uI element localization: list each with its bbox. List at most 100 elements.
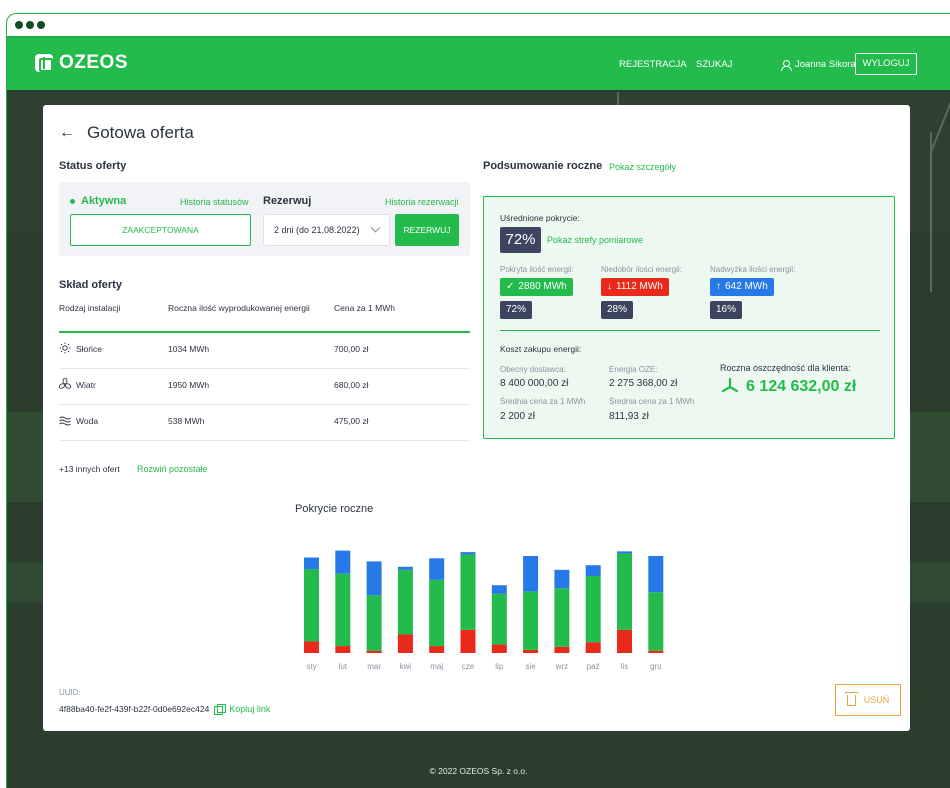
chart-bar-segment xyxy=(366,595,382,651)
chart-bar-segment xyxy=(397,566,413,570)
reserve-history-link[interactable]: Historia rezerwacji xyxy=(385,197,459,207)
wind-turbine-icon xyxy=(59,378,71,389)
summary-divider xyxy=(500,330,880,331)
chart-bar-segment xyxy=(429,579,445,647)
supplier-cost: 8 400 000,00 zł xyxy=(500,378,569,389)
chart-bar-segment xyxy=(585,576,601,643)
chart-bar-segment xyxy=(491,644,507,653)
shortage-energy-percent: 28% xyxy=(601,301,633,319)
chart-bar-segment xyxy=(335,550,351,574)
chart-bar-segment xyxy=(491,585,507,594)
chart-x-tick-label: kwi xyxy=(400,662,412,671)
reserve-duration-select[interactable]: 2 dni (do 21.08.2022) xyxy=(263,214,390,246)
show-details-link[interactable]: Pokaż szczegóły xyxy=(609,162,676,172)
covered-energy-percent: 72% xyxy=(500,301,532,319)
chart-bar-segment xyxy=(523,649,539,653)
oze-label: Energia OZE: xyxy=(609,365,658,374)
chart-x-tick-label: paź xyxy=(587,662,600,671)
chart-bar-segment xyxy=(397,634,413,653)
chart-x-tick-label: cze xyxy=(462,662,475,671)
covered-energy-label: Pokryta ilość energii: xyxy=(500,265,574,274)
row-divider xyxy=(59,440,470,441)
delete-button[interactable]: USUŃ xyxy=(835,684,901,716)
cost-heading: Koszt zakupu energii: xyxy=(500,344,582,354)
logout-button[interactable]: WYLOGUJ xyxy=(855,53,917,75)
chart-x-tick-label: lip xyxy=(495,662,504,671)
column-header-price: Cena za 1 MWh xyxy=(334,303,395,313)
status-history-link[interactable]: Historia statusów xyxy=(180,197,249,207)
chart-x-tick-label: lis xyxy=(621,662,629,671)
chart-bar-segment xyxy=(617,553,632,630)
check-icon: ✓ xyxy=(506,281,515,292)
chart-x-tick-label: lut xyxy=(339,662,348,671)
chart-bar-segment xyxy=(429,646,445,653)
shortage-energy-label: Niedobór ilości energii: xyxy=(601,265,682,274)
arrow-down-icon: ↓ xyxy=(607,281,612,292)
chart-x-tick-label: sty xyxy=(306,662,316,671)
copy-icon[interactable] xyxy=(214,704,227,715)
chart-bar-segment xyxy=(648,555,664,593)
chart-bar-segment xyxy=(304,557,319,570)
shortage-energy-tag: ↓ 1112 MWh xyxy=(601,278,669,296)
covered-energy-tag: ✓ 2880 MWh xyxy=(500,278,573,296)
surplus-energy-percent: 16% xyxy=(710,301,742,319)
chart-bar-segment xyxy=(523,591,539,650)
chart-bar-segment xyxy=(648,650,664,653)
app-logo[interactable]: OZEOS xyxy=(35,52,128,74)
window-dot-icon xyxy=(37,21,45,29)
chart-bar-segment xyxy=(460,552,476,555)
chart-bar-segment xyxy=(648,592,664,651)
savings-value: 6 124 632,00 zł xyxy=(720,377,856,397)
reserve-button[interactable]: REZERWUJ xyxy=(395,214,459,246)
supplier-label: Obecny dostawca: xyxy=(500,365,566,374)
chart-x-tick-label: maj xyxy=(430,662,443,671)
reserve-heading: Rezerwuj xyxy=(263,195,312,207)
price-per-mwh: 475,00 zł xyxy=(334,416,369,426)
installation-type: Woda xyxy=(76,416,99,426)
expand-offers-link[interactable]: Rozwiń pozostałe xyxy=(137,464,208,474)
top-navigation: OZEOS REJESTRACJA SZUKAJ Joanna Sikora W… xyxy=(7,38,950,90)
oze-avg-label: Średnia cena za 1 MWh xyxy=(609,397,695,406)
copy-link[interactable]: Kopiuj link xyxy=(229,704,270,714)
status-dot-icon xyxy=(70,198,75,204)
accepted-status-button[interactable]: ZAAKCEPTOWANA xyxy=(70,214,251,246)
chevron-down-icon xyxy=(370,222,381,233)
avg-coverage-label: Uśrednione pokrycie: xyxy=(500,213,580,223)
trash-icon xyxy=(844,691,858,706)
chart-bar-segment xyxy=(554,588,570,647)
user-menu[interactable]: Joanna Sikora xyxy=(781,59,856,71)
price-per-mwh: 680,00 zł xyxy=(334,380,369,390)
summary-heading: Podsumowanie roczne xyxy=(483,160,603,172)
chart-bar-segment xyxy=(491,593,507,645)
nav-search-link[interactable]: SZUKAJ xyxy=(696,59,732,70)
column-header-type: Rodzaj instalacji xyxy=(59,303,121,313)
surplus-energy-tag: ↑ 642 MWh xyxy=(710,278,774,296)
chart-x-tick-label: mar xyxy=(367,662,381,671)
row-divider xyxy=(59,404,470,405)
chart-x-tick-label: gru xyxy=(650,662,662,671)
avg-coverage-badge: 72% xyxy=(500,227,541,253)
wind-turbine-icon xyxy=(721,377,739,393)
uuid-value: 4f88ba40-fe2f-439f-b22f-0d0e692ec424 xyxy=(59,704,210,714)
supplier-avg-label: Średnia cena za 1 MWh xyxy=(500,397,586,406)
show-zones-link[interactable]: Pokaż strefy pomiarowe xyxy=(547,235,643,245)
uuid-row: 4f88ba40-fe2f-439f-b22f-0d0e692ec424 Kop… xyxy=(59,704,270,715)
surplus-energy-label: Nadwyżka ilości energii: xyxy=(710,265,796,274)
price-per-mwh: 700,00 zł xyxy=(334,344,369,354)
nav-register-link[interactable]: REJESTRACJA xyxy=(619,59,687,70)
chart-bar-segment xyxy=(366,561,382,596)
uuid-label: UUID: xyxy=(59,688,81,697)
chart-bar-segment xyxy=(304,569,319,642)
chart-title: Pokrycie roczne xyxy=(295,503,374,515)
arrow-up-icon: ↑ xyxy=(716,281,721,292)
chart-bar-segment xyxy=(335,573,351,647)
annual-energy: 538 MWh xyxy=(168,416,205,426)
chart-bar-segment xyxy=(617,551,632,554)
sun-icon xyxy=(59,342,71,354)
page-title: Gotowa oferta xyxy=(87,123,194,142)
chart-bar-segment xyxy=(585,642,601,653)
status-active-label: Aktywna xyxy=(70,195,126,207)
status-panel: Aktywna Historia statusów ZAAKCEPTOWANA … xyxy=(59,182,470,256)
back-arrow-icon[interactable]: ← xyxy=(59,124,75,142)
chart-bar-segment xyxy=(617,629,632,653)
